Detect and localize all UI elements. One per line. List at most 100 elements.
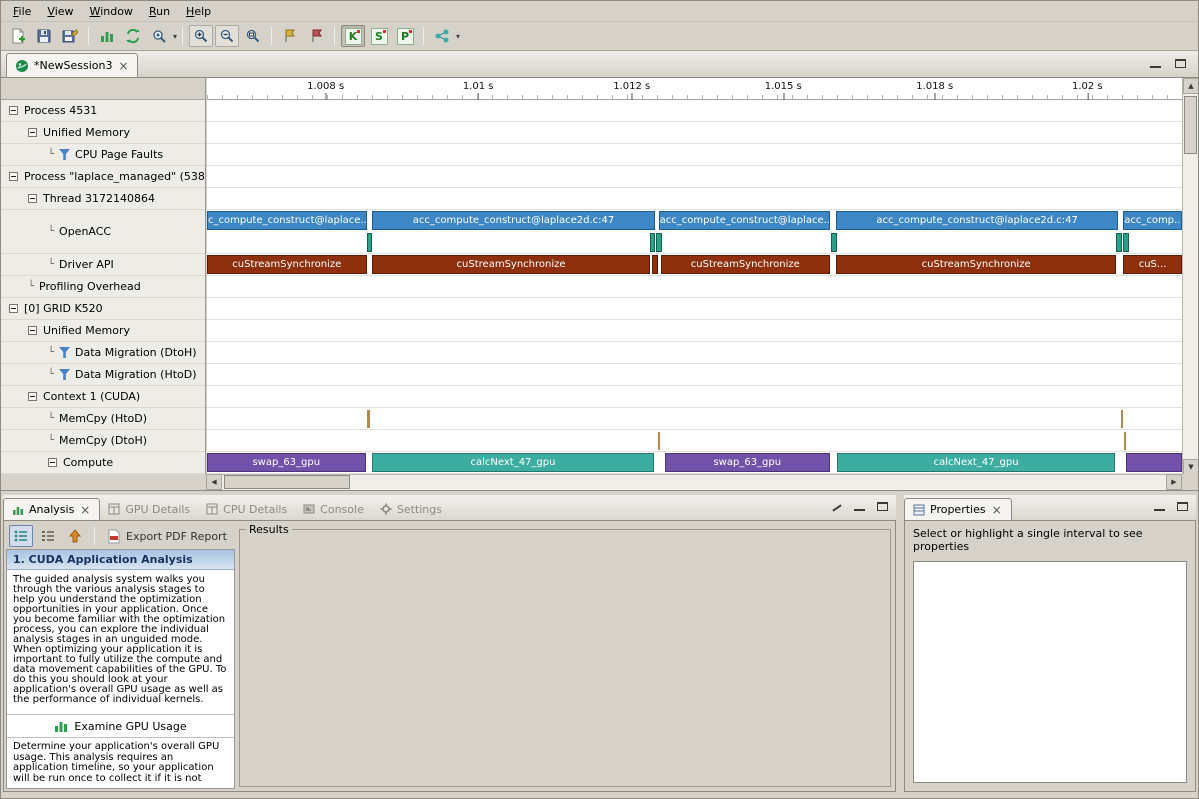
tree-row-memcpy-dtoh[interactable]: MemCpy (DtoH) — [1, 430, 205, 452]
track-row-thread-3172140864[interactable] — [207, 188, 1182, 210]
tree-row-cpu-page-faults[interactable]: CPU Page Faults — [1, 144, 205, 166]
interval-swap-63-gpu[interactable]: swap_63_gpu — [665, 453, 830, 472]
interval-custreamsynchronize[interactable]: cuStreamSynchronize — [836, 255, 1116, 274]
tab-analysis[interactable]: Analysis — [3, 498, 100, 520]
minimize-button[interactable] — [852, 500, 867, 513]
maximize-button[interactable] — [875, 500, 890, 513]
up-level-button[interactable] — [63, 525, 87, 547]
track-row-cpu-page-faults[interactable] — [207, 144, 1182, 166]
tree-row-openacc[interactable]: OpenACC — [1, 210, 205, 254]
maximize-button[interactable] — [1173, 57, 1188, 70]
interval-acc-compute-construct-laplace2d-c-47[interactable]: acc_compute_construct@laplace2d.c:47 — [372, 211, 654, 230]
vertical-scrollbar[interactable]: ▲ ▼ — [1182, 78, 1198, 475]
tree-row-driver-api[interactable]: Driver API — [1, 254, 205, 276]
close-icon[interactable] — [79, 504, 91, 516]
tree-row-unified-memory-cpu[interactable]: Unified Memory — [1, 122, 205, 144]
collapse-icon[interactable] — [28, 326, 37, 335]
track-row-process-4531[interactable] — [207, 100, 1182, 122]
interval-custreamsynchronize[interactable]: cuStreamSynchronize — [661, 255, 830, 274]
collapse-icon[interactable] — [9, 172, 18, 181]
interval-acc-compute-construct-laplace2d-c-47[interactable]: acc_compute_construct@laplace2d.c:47 — [836, 211, 1118, 230]
maximize-button[interactable] — [1175, 500, 1190, 513]
track-row-memcpy-htod[interactable] — [207, 408, 1182, 430]
track-row-memcpy-dtoh[interactable] — [207, 430, 1182, 452]
track-row-process-laplace-managed[interactable] — [207, 166, 1182, 188]
track-row-context-1-cuda[interactable] — [207, 386, 1182, 408]
collapse-icon[interactable] — [9, 304, 18, 313]
tab-properties[interactable]: Properties — [904, 498, 1012, 520]
tab-console[interactable]: Console — [295, 498, 372, 520]
tree-row-thread-3172140864[interactable]: Thread 3172140864 — [1, 188, 205, 210]
view-menu-icon[interactable] — [830, 501, 844, 513]
tree-row-compute[interactable]: Compute — [1, 452, 205, 474]
menu-view[interactable]: View — [39, 3, 81, 20]
interval-swap-63-gpu[interactable]: swap_63_gpu — [207, 453, 366, 472]
menu-window[interactable]: Window — [82, 3, 141, 20]
tree-row-data-migration-htod[interactable]: Data Migration (HtoD) — [1, 364, 205, 386]
tree-row-data-migration-dtoh[interactable]: Data Migration (DtoH) — [1, 342, 205, 364]
interval-driver[interactable] — [652, 255, 658, 274]
scroll-up-arrow[interactable]: ▲ — [1183, 78, 1199, 94]
next-marker-button[interactable] — [304, 25, 328, 47]
interval-tick[interactable] — [1121, 410, 1123, 428]
tree-row-process-4531[interactable]: Process 4531 — [1, 100, 205, 122]
new-session-button[interactable] — [6, 25, 30, 47]
sync-timeline-toggle[interactable]: S — [367, 25, 391, 47]
tree-row-memcpy-htod[interactable]: MemCpy (HtoD) — [1, 408, 205, 430]
interval-tick[interactable] — [658, 432, 660, 450]
collapse-icon[interactable] — [48, 458, 57, 467]
examine-gpu-usage-button[interactable]: Examine GPU Usage — [7, 714, 234, 738]
unguided-mode-button[interactable] — [36, 525, 60, 547]
zoom-in-button[interactable] — [189, 25, 213, 47]
scroll-right-arrow[interactable]: ▶ — [1166, 474, 1182, 490]
close-icon[interactable] — [991, 504, 1003, 516]
menu-help[interactable]: Help — [178, 3, 219, 20]
collapse-icon[interactable] — [28, 128, 37, 137]
filter-icon[interactable] — [59, 369, 70, 380]
tab-settings[interactable]: Settings — [372, 498, 450, 520]
horizontal-scroll-thumb[interactable] — [224, 475, 350, 489]
guided-mode-button[interactable] — [9, 525, 33, 547]
track-row-data-migration-htod[interactable] — [207, 364, 1182, 386]
zoom-out-button[interactable] — [215, 25, 239, 47]
interval-mark[interactable] — [656, 233, 662, 252]
filter-icon[interactable] — [59, 347, 70, 358]
interval-calcnext-47-gpu[interactable]: calcNext_47_gpu — [372, 453, 653, 472]
save-button[interactable] — [32, 25, 56, 47]
collapse-icon[interactable] — [28, 194, 37, 203]
minimize-button[interactable] — [1148, 57, 1163, 70]
close-icon[interactable] — [117, 60, 129, 72]
settings-button[interactable] — [147, 25, 171, 47]
track-row-unified-memory-cpu[interactable] — [207, 122, 1182, 144]
interval-mark[interactable] — [1123, 233, 1129, 252]
collapse-icon[interactable] — [28, 392, 37, 401]
save-as-button[interactable] — [58, 25, 82, 47]
fit-timeline-button[interactable] — [241, 25, 265, 47]
reset-data-button[interactable] — [121, 25, 145, 47]
interval-mark[interactable] — [1116, 233, 1122, 252]
tree-row-context-1-cuda[interactable]: Context 1 (CUDA) — [1, 386, 205, 408]
scroll-left-arrow[interactable]: ◀ — [206, 474, 222, 490]
settings-dropdown-arrow-icon[interactable]: ▾ — [173, 32, 177, 41]
interval-custreamsynchronize[interactable]: cuStreamSynchronize — [207, 255, 367, 274]
track-row-grid-k520[interactable] — [207, 298, 1182, 320]
track-row-openacc[interactable]: c_compute_construct@laplace... acc_comput… — [207, 210, 1182, 254]
track-row-driver-api[interactable]: cuStreamSynchronize cuStreamSynchronize cu… — [207, 254, 1182, 276]
perf-timeline-toggle[interactable]: P — [393, 25, 417, 47]
interval-acc-comp[interactable]: acc_comp... — [1123, 211, 1182, 230]
timeline-ruler[interactable]: 1.008 s1.01 s1.012 s1.015 s1.018 s1.02 s — [207, 78, 1182, 100]
track-row-profiling-overhead[interactable] — [207, 276, 1182, 298]
profile-application-button[interactable] — [95, 25, 119, 47]
interval-purple[interactable] — [1126, 453, 1182, 472]
interval-c-compute-construct-laplace[interactable]: c_compute_construct@laplace... — [207, 211, 367, 230]
vertical-scroll-thumb[interactable] — [1184, 96, 1197, 154]
menu-file[interactable]: File — [5, 3, 39, 20]
kernel-timeline-toggle[interactable]: K — [341, 25, 365, 47]
interval-cus[interactable]: cuS... — [1123, 255, 1182, 274]
minimize-button[interactable] — [1152, 500, 1167, 513]
track-row-compute[interactable]: swap_63_gpucalcNext_47_gpuswap_63_gpucal… — [207, 452, 1182, 474]
interval-mark[interactable] — [367, 233, 373, 252]
interval-mark[interactable] — [650, 233, 656, 252]
analysis-dropdown-arrow-icon[interactable]: ▾ — [456, 32, 460, 41]
scroll-down-arrow[interactable]: ▼ — [1183, 459, 1199, 475]
